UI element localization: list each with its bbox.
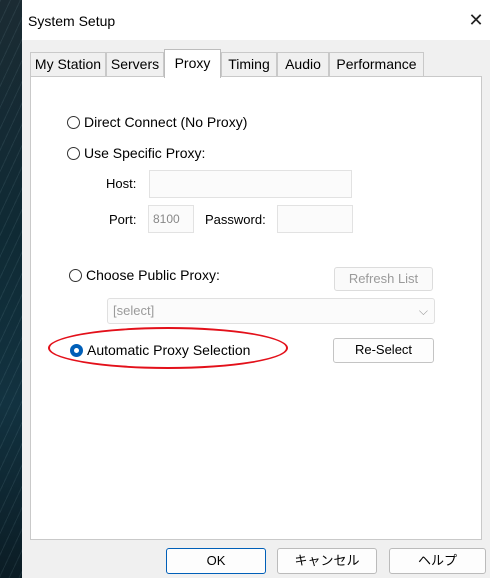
port-input[interactable]: 8100 [148, 205, 194, 233]
host-input[interactable] [149, 170, 352, 198]
automatic-proxy-option[interactable]: Automatic Proxy Selection [70, 342, 250, 358]
close-icon[interactable]: ✕ [462, 6, 490, 34]
specific-proxy-option[interactable]: Use Specific Proxy: [67, 145, 205, 161]
direct-connect-radio[interactable] [67, 115, 80, 129]
direct-connect-label: Direct Connect (No Proxy) [84, 114, 248, 130]
public-proxy-select[interactable]: [select] ⌵ [107, 298, 435, 324]
direct-connect-option[interactable]: Direct Connect (No Proxy) [67, 114, 247, 130]
window-title: System Setup [28, 13, 116, 29]
system-setup-dialog: System Setup ✕ My Station Servers Proxy … [22, 0, 490, 578]
ok-button[interactable]: OK [166, 548, 266, 574]
tab-performance[interactable]: Performance [329, 52, 424, 76]
automatic-proxy-radio[interactable] [70, 343, 83, 357]
re-select-button[interactable]: Re-Select [333, 338, 434, 363]
help-button[interactable]: ヘルプ [389, 548, 486, 574]
cancel-button[interactable]: キャンセル [277, 548, 377, 574]
title-bar: System Setup ✕ [22, 0, 490, 40]
specific-proxy-radio[interactable] [67, 146, 80, 160]
desktop-background [0, 0, 22, 578]
tab-audio[interactable]: Audio [277, 52, 329, 76]
public-proxy-option[interactable]: Choose Public Proxy: [69, 267, 220, 283]
public-proxy-label: Choose Public Proxy: [86, 267, 220, 283]
public-proxy-select-value: [select] [113, 303, 155, 318]
tab-my-station[interactable]: My Station [30, 52, 106, 76]
password-label: Password: [205, 212, 266, 227]
chevron-down-icon: ⌵ [418, 304, 428, 318]
refresh-list-button[interactable]: Refresh List [334, 267, 433, 291]
host-label: Host: [106, 176, 137, 191]
port-label: Port: [109, 212, 137, 227]
password-input[interactable] [277, 205, 353, 233]
public-proxy-radio[interactable] [69, 268, 82, 282]
tab-servers[interactable]: Servers [106, 52, 164, 76]
tab-proxy[interactable]: Proxy [164, 49, 221, 78]
specific-proxy-label: Use Specific Proxy: [84, 145, 206, 161]
tab-timing[interactable]: Timing [221, 52, 277, 76]
automatic-proxy-label: Automatic Proxy Selection [87, 342, 251, 358]
